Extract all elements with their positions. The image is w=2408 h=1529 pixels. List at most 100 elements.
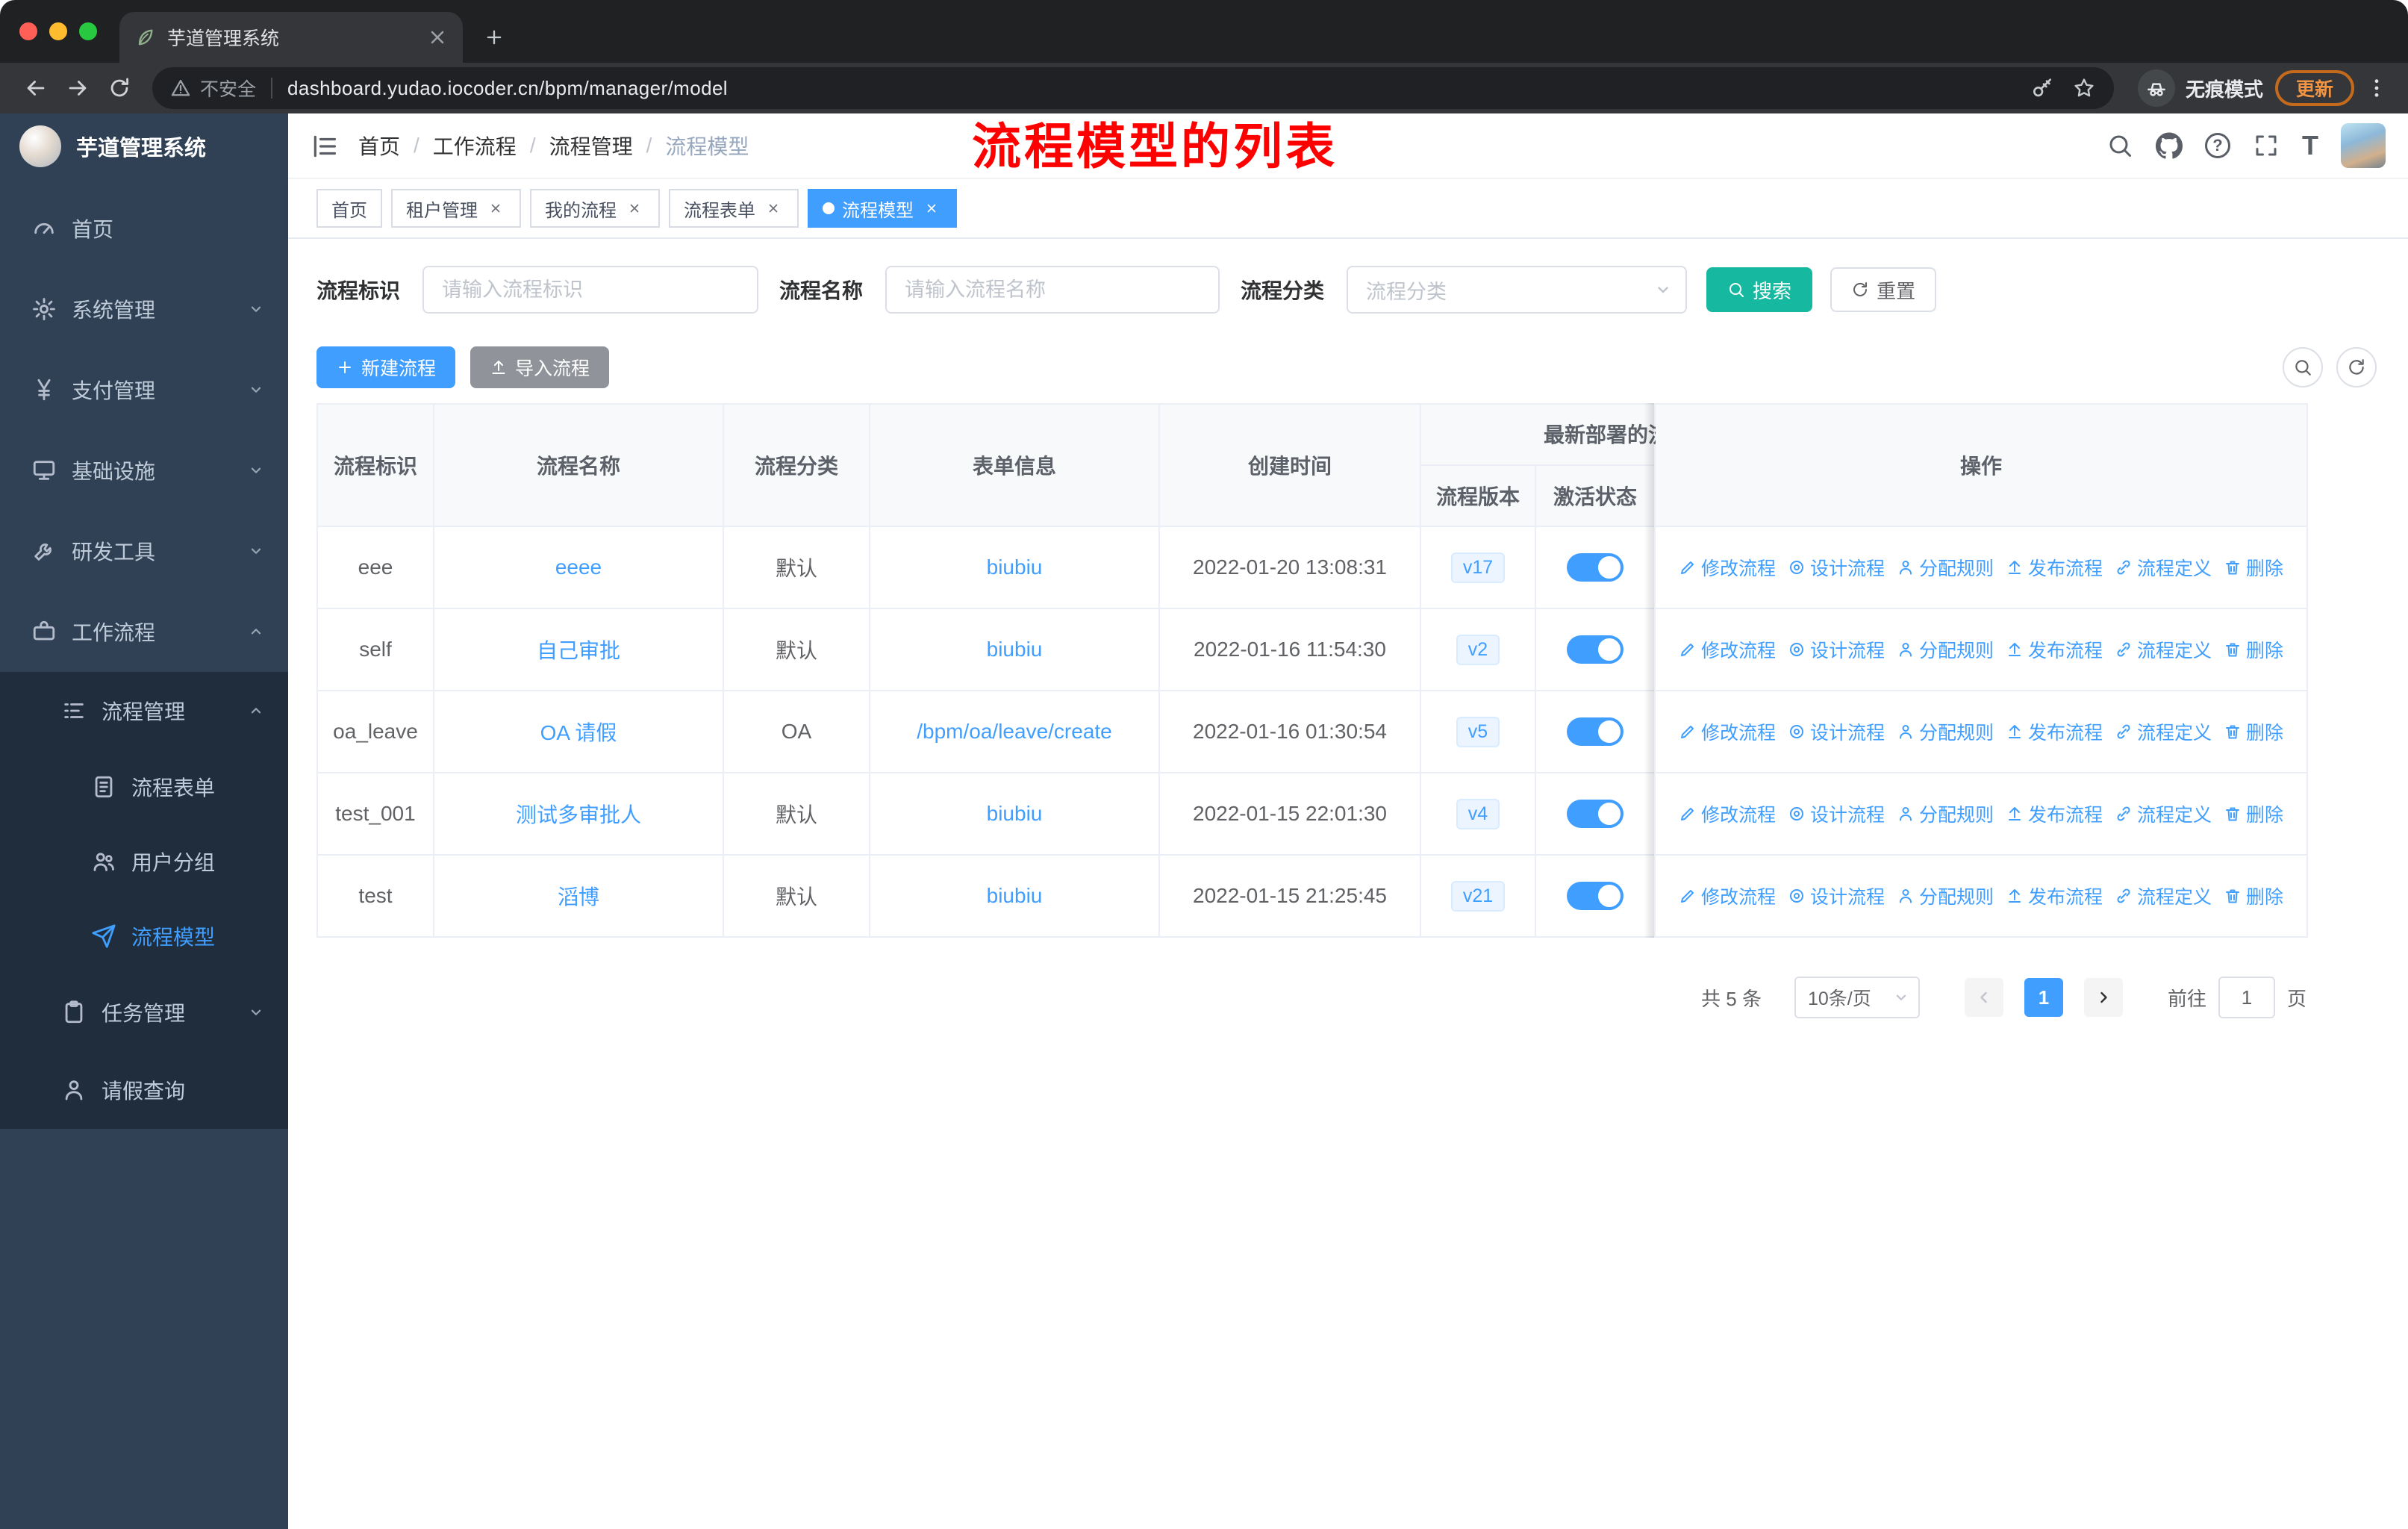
modify-process-link[interactable]: 修改流程 (1679, 636, 1776, 663)
font-size-icon[interactable]: T (2302, 132, 2318, 159)
search-button[interactable]: 搜索 (1706, 267, 1813, 312)
prev-page-button[interactable] (1964, 978, 2003, 1017)
user-avatar[interactable] (2341, 123, 2386, 168)
tag-my-process[interactable]: 我的流程 (530, 189, 660, 228)
process-name-link[interactable]: eeee (555, 555, 602, 579)
publish-process-link[interactable]: 发布流程 (2006, 800, 2103, 827)
process-name-link[interactable]: 测试多审批人 (516, 803, 641, 826)
form-info-link[interactable]: biubiu (987, 638, 1043, 661)
sidebar-item-process-model[interactable]: 流程模型 (0, 899, 288, 974)
form-info-link[interactable]: biubiu (987, 802, 1043, 825)
reset-button[interactable]: 重置 (1830, 267, 1937, 312)
sidebar-toggle-button[interactable] (288, 131, 358, 161)
address-bar[interactable]: 不安全 dashboard.yudao.iocoder.cn/bpm/manag… (152, 67, 2114, 109)
modify-process-link[interactable]: 修改流程 (1679, 882, 1776, 909)
tag-process-model[interactable]: 流程模型 (808, 189, 957, 228)
sidebar-item-payment[interactable]: 支付管理 (0, 349, 288, 430)
breadcrumb-process-management[interactable]: 流程管理 (549, 131, 633, 161)
process-name-input[interactable] (885, 266, 1220, 314)
password-key-icon[interactable] (2030, 76, 2054, 100)
forward-button[interactable] (57, 67, 99, 109)
back-button[interactable] (15, 67, 57, 109)
window-zoom-button[interactable] (79, 22, 97, 40)
form-info-link[interactable]: biubiu (987, 884, 1043, 907)
form-info-link[interactable]: /bpm/oa/leave/create (917, 720, 1112, 743)
sidebar-item-user-group[interactable]: 用户分组 (0, 824, 288, 899)
assign-rule-link[interactable]: 分配规则 (1897, 554, 1994, 581)
goto-page-input[interactable] (2218, 977, 2275, 1018)
fullscreen-icon[interactable] (2253, 132, 2280, 159)
browser-tab[interactable]: 芋道管理系统 (119, 12, 463, 63)
create-process-button[interactable]: 新建流程 (316, 346, 456, 388)
delete-process-link[interactable]: 删除 (2224, 636, 2283, 663)
publish-process-link[interactable]: 发布流程 (2006, 882, 2103, 909)
tag-home[interactable]: 首页 (316, 189, 382, 228)
sidebar-item-process-management[interactable]: 流程管理 (0, 672, 288, 750)
active-status-toggle[interactable] (1567, 882, 1623, 910)
tab-close-icon[interactable] (427, 27, 448, 48)
tag-process-form[interactable]: 流程表单 (669, 189, 799, 228)
close-icon[interactable] (763, 198, 784, 219)
sidebar-item-process-form[interactable]: 流程表单 (0, 750, 288, 824)
delete-process-link[interactable]: 删除 (2224, 882, 2283, 909)
assign-rule-link[interactable]: 分配规则 (1897, 882, 1994, 909)
sidebar-item-infrastructure[interactable]: 基础设施 (0, 430, 288, 511)
help-icon[interactable]: ? (2205, 133, 2230, 158)
sidebar-item-home[interactable]: 首页 (0, 188, 288, 269)
page-number-button[interactable]: 1 (2024, 978, 2063, 1017)
modify-process-link[interactable]: 修改流程 (1679, 554, 1776, 581)
assign-rule-link[interactable]: 分配规则 (1897, 718, 1994, 745)
sidebar-item-system[interactable]: 系统管理 (0, 269, 288, 349)
modify-process-link[interactable]: 修改流程 (1679, 718, 1776, 745)
design-process-link[interactable]: 设计流程 (1788, 636, 1885, 663)
tag-tenant-management[interactable]: 租户管理 (391, 189, 521, 228)
design-process-link[interactable]: 设计流程 (1788, 554, 1885, 581)
breadcrumb-workflow[interactable]: 工作流程 (433, 131, 517, 161)
delete-process-link[interactable]: 删除 (2224, 554, 2283, 581)
close-icon[interactable] (921, 198, 942, 219)
delete-process-link[interactable]: 删除 (2224, 800, 2283, 827)
assign-rule-link[interactable]: 分配规则 (1897, 800, 1994, 827)
process-id-input[interactable] (422, 266, 759, 314)
active-status-toggle[interactable] (1567, 717, 1623, 746)
delete-process-link[interactable]: 删除 (2224, 718, 2283, 745)
process-name-link[interactable]: OA 请假 (540, 721, 617, 744)
browser-menu-button[interactable] (2360, 67, 2393, 109)
process-definition-link[interactable]: 流程定义 (2115, 554, 2212, 581)
process-definition-link[interactable]: 流程定义 (2115, 718, 2212, 745)
next-page-button[interactable] (2083, 978, 2123, 1017)
sidebar-item-devtools[interactable]: 研发工具 (0, 511, 288, 591)
design-process-link[interactable]: 设计流程 (1788, 882, 1885, 909)
assign-rule-link[interactable]: 分配规则 (1897, 636, 1994, 663)
modify-process-link[interactable]: 修改流程 (1679, 800, 1776, 827)
publish-process-link[interactable]: 发布流程 (2006, 554, 2103, 581)
design-process-link[interactable]: 设计流程 (1788, 800, 1885, 827)
close-icon[interactable] (485, 198, 506, 219)
new-tab-button[interactable] (475, 18, 514, 57)
active-status-toggle[interactable] (1567, 635, 1623, 664)
window-close-button[interactable] (19, 22, 37, 40)
form-info-link[interactable]: biubiu (987, 555, 1043, 579)
design-process-link[interactable]: 设计流程 (1788, 718, 1885, 745)
browser-update-button[interactable]: 更新 (2274, 70, 2354, 106)
process-definition-link[interactable]: 流程定义 (2115, 636, 2212, 663)
page-size-select[interactable]: 10条/页 (1794, 977, 1920, 1018)
window-minimize-button[interactable] (49, 22, 67, 40)
publish-process-link[interactable]: 发布流程 (2006, 718, 2103, 745)
toggle-search-button[interactable] (2283, 347, 2323, 387)
process-name-link[interactable]: 自己审批 (537, 639, 620, 662)
process-name-link[interactable]: 滔博 (558, 885, 599, 909)
sidebar-item-leave-query[interactable]: 请假查询 (0, 1051, 288, 1129)
sidebar-item-workflow[interactable]: 工作流程 (0, 591, 288, 672)
github-icon[interactable] (2156, 132, 2183, 159)
import-process-button[interactable]: 导入流程 (470, 346, 610, 388)
process-category-select[interactable]: 流程分类 (1347, 266, 1688, 314)
breadcrumb-home[interactable]: 首页 (358, 131, 400, 161)
publish-process-link[interactable]: 发布流程 (2006, 636, 2103, 663)
process-definition-link[interactable]: 流程定义 (2115, 800, 2212, 827)
bookmark-star-icon[interactable] (2072, 76, 2096, 100)
reload-button[interactable] (99, 67, 140, 109)
incognito-indicator[interactable]: 无痕模式 (2137, 69, 2263, 107)
search-icon[interactable] (2106, 132, 2133, 159)
sidebar-item-task-management[interactable]: 任务管理 (0, 974, 288, 1051)
